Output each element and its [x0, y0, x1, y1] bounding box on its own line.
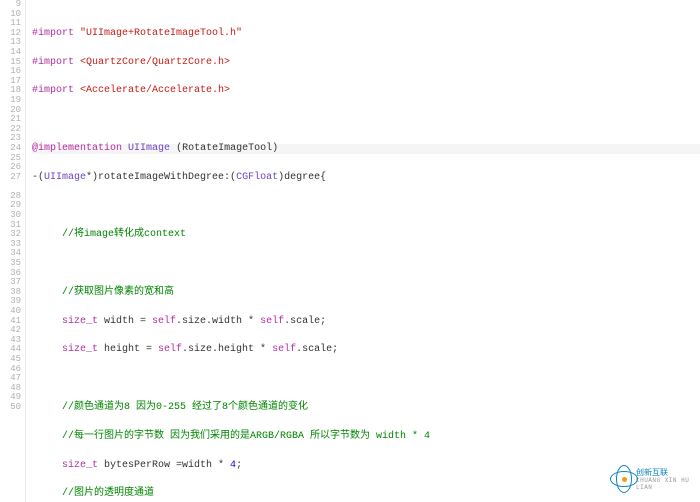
watermark-text-en: CHUANG XIN HU LIAN — [636, 477, 694, 491]
watermark: 创新互联 CHUANG XIN HU LIAN — [610, 462, 694, 496]
code-line: -(UIImage*)rotateImageWithDegree:(CGFloa… — [32, 173, 700, 183]
line-number-gutter: 9101112131415161718192021222324252627282… — [0, 0, 26, 502]
watermark-text-zh: 创新互联 — [636, 468, 694, 477]
code-line: //每一行图片的字节数 因为我们采用的是ARGB/RGBA 所以字节数为 wid… — [32, 432, 700, 442]
code-line: #import "UIImage+RotateImageTool.h" — [32, 29, 700, 39]
code-line: //将image转化成context — [32, 230, 700, 240]
code-line: //颜色通道为8 因为0-255 经过了8个颜色通道的变化 — [32, 403, 700, 413]
code-line: size_t bytesPerRow =width * 4; — [32, 461, 700, 471]
code-line: size_t height = self.size.height * self.… — [32, 345, 700, 355]
code-line: //图片的透明度通道 — [32, 489, 700, 499]
code-line — [32, 374, 700, 384]
code-line — [32, 115, 700, 125]
code-line: #import <QuartzCore/QuartzCore.h> — [32, 58, 700, 68]
code-editor: 9101112131415161718192021222324252627282… — [0, 0, 700, 502]
code-area[interactable]: #import "UIImage+RotateImageTool.h" #imp… — [26, 0, 700, 502]
code-line: #import <Accelerate/Accelerate.h> — [32, 86, 700, 96]
code-line: size_t width = self.size.width * self.sc… — [32, 317, 700, 327]
code-line: @implementation UIImage (RotateImageTool… — [32, 144, 700, 154]
watermark-logo-icon — [610, 465, 632, 493]
code-line — [32, 259, 700, 269]
code-line: //获取图片像素的宽和高 — [32, 288, 700, 298]
code-line — [32, 201, 700, 211]
